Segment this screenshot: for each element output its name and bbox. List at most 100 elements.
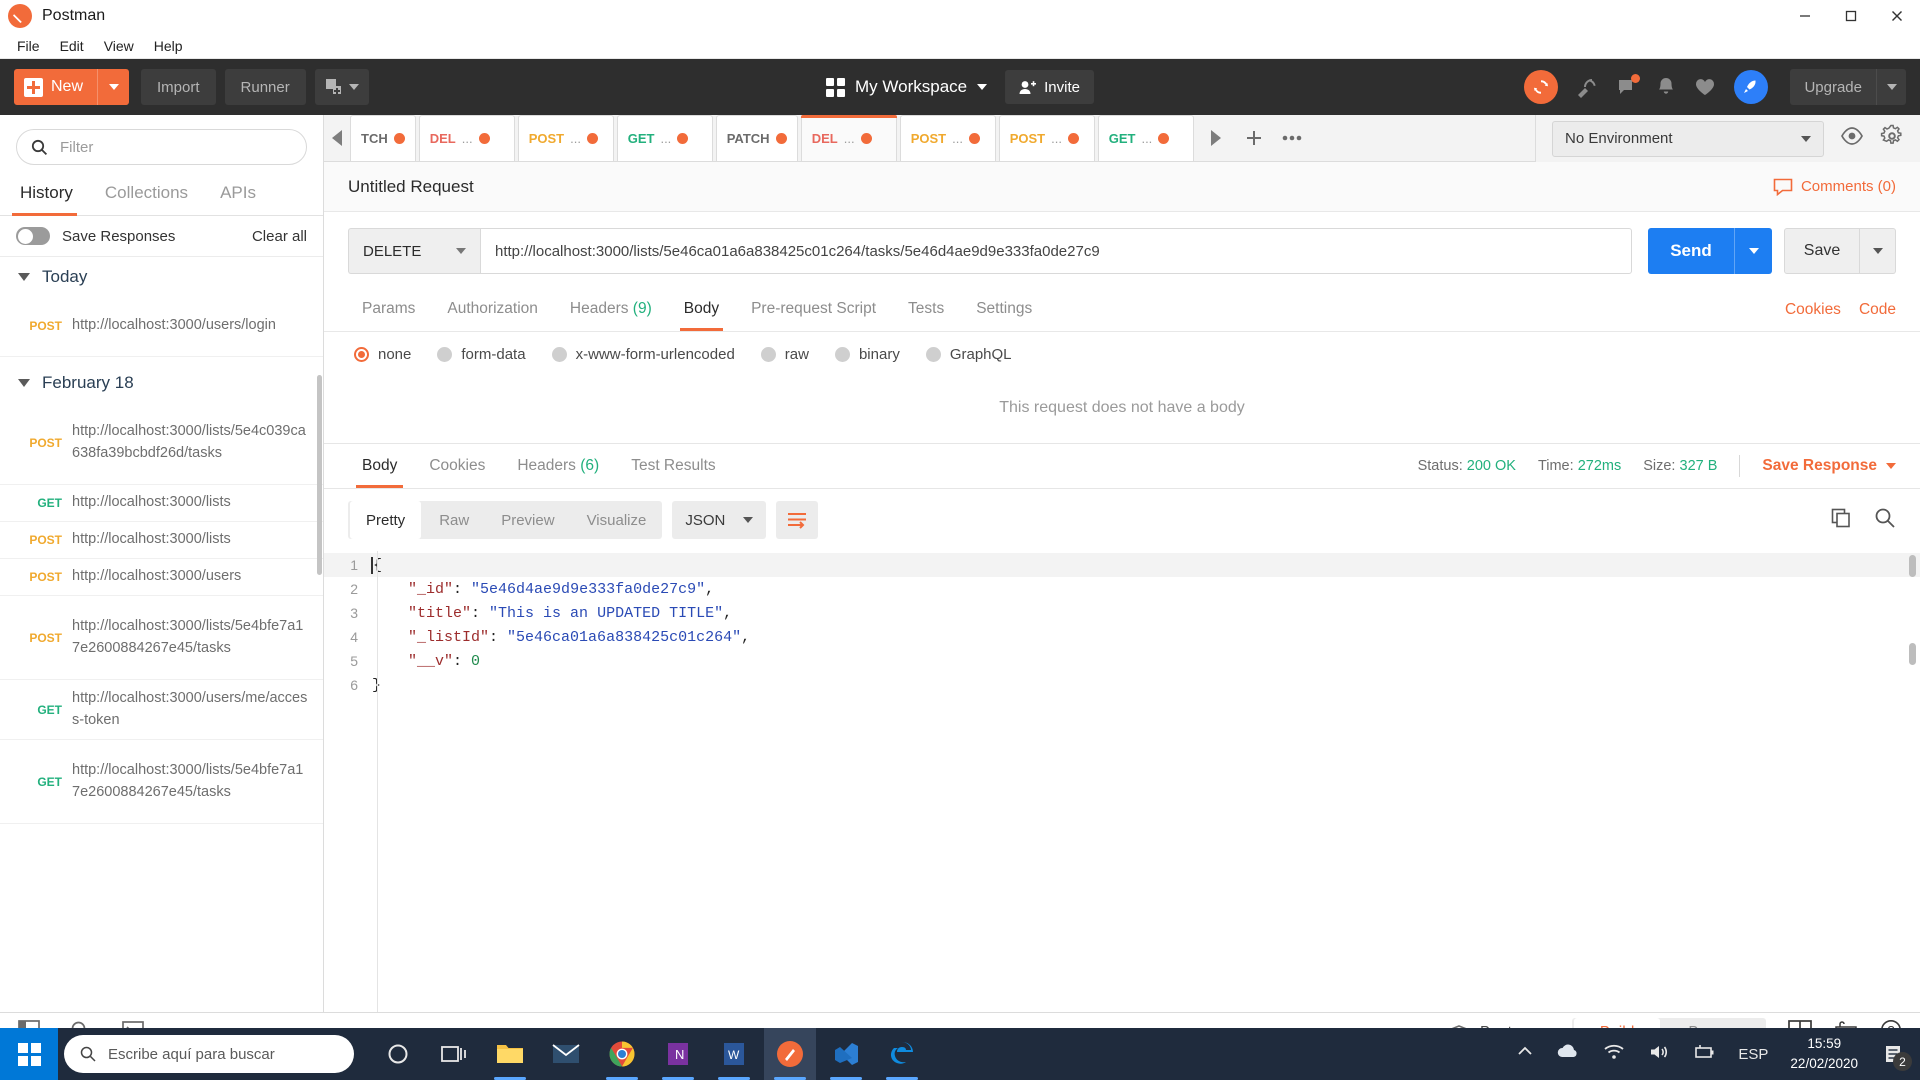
menu-edit[interactable]: Edit: [51, 35, 93, 57]
cloud-icon[interactable]: [1556, 1043, 1580, 1066]
list-item[interactable]: POST http://localhost:3000/lists: [0, 522, 323, 559]
bell-icon[interactable]: [1656, 76, 1676, 98]
cookies-link[interactable]: Cookies: [1785, 301, 1841, 319]
edge-icon[interactable]: [876, 1028, 928, 1080]
battery-icon[interactable]: [1692, 1043, 1716, 1066]
menu-view[interactable]: View: [95, 35, 143, 57]
request-tab[interactable]: DEL ...: [419, 115, 515, 161]
start-button[interactable]: [0, 1028, 58, 1080]
tab-options-button[interactable]: [1273, 115, 1311, 161]
format-preview[interactable]: Preview: [485, 501, 570, 539]
send-button[interactable]: Send: [1648, 228, 1734, 274]
response-tab-cookies[interactable]: Cookies: [415, 445, 499, 487]
file-explorer-icon[interactable]: [484, 1028, 536, 1080]
menu-help[interactable]: Help: [145, 35, 192, 57]
sidebar-scrollbar[interactable]: [317, 375, 322, 575]
new-window-button[interactable]: [315, 69, 369, 105]
menu-file[interactable]: File: [8, 35, 49, 57]
tab-pre-request-script[interactable]: Pre-request Script: [737, 290, 890, 330]
chrome-icon[interactable]: [596, 1028, 648, 1080]
history-group-today[interactable]: Today: [0, 257, 323, 295]
new-tab-button[interactable]: [1235, 115, 1273, 161]
body-type-form-data[interactable]: form-data: [437, 346, 525, 363]
maximize-icon[interactable]: [1828, 0, 1874, 33]
runner-button[interactable]: Runner: [225, 69, 306, 105]
url-input[interactable]: http://localhost:3000/lists/5e46ca01a6a8…: [480, 228, 1632, 274]
upgrade-button[interactable]: Upgrade: [1790, 69, 1906, 105]
save-responses-toggle[interactable]: [16, 227, 50, 245]
new-button[interactable]: New: [14, 69, 129, 105]
invite-button[interactable]: Invite: [1005, 70, 1094, 104]
upgrade-caret-icon[interactable]: [1876, 69, 1906, 105]
save-response-button[interactable]: Save Response: [1762, 457, 1896, 475]
wrap-lines-button[interactable]: [776, 501, 818, 539]
sidebar-tab-collections[interactable]: Collections: [101, 177, 202, 215]
cortana-icon[interactable]: [372, 1028, 424, 1080]
request-tab[interactable]: TCH: [350, 115, 416, 161]
request-tab[interactable]: POST ...: [518, 115, 614, 161]
tabstrip-scroll-left[interactable]: [324, 114, 350, 161]
send-options-button[interactable]: [1734, 228, 1772, 274]
request-tab[interactable]: PATCH: [716, 115, 798, 161]
show-hidden-icons[interactable]: [1516, 1045, 1534, 1064]
wifi-icon[interactable]: [1602, 1043, 1626, 1066]
body-type-binary[interactable]: binary: [835, 346, 900, 363]
environment-select[interactable]: No Environment: [1552, 121, 1824, 157]
list-item[interactable]: POST http://localhost:3000/lists/5e4bfe7…: [0, 596, 323, 680]
sidebar-tab-history[interactable]: History: [16, 177, 87, 215]
tab-params[interactable]: Params: [348, 290, 429, 330]
copy-icon[interactable]: [1830, 507, 1852, 534]
word-icon[interactable]: W: [708, 1028, 760, 1080]
list-item[interactable]: GET http://localhost:3000/users/me/acces…: [0, 680, 323, 740]
format-visualize[interactable]: Visualize: [571, 501, 663, 539]
save-button[interactable]: Save: [1784, 228, 1860, 274]
tab-tests[interactable]: Tests: [894, 290, 958, 330]
body-type-none[interactable]: none: [354, 346, 411, 363]
page-title[interactable]: Untitled Request: [348, 177, 474, 197]
minimize-icon[interactable]: [1782, 0, 1828, 33]
format-pretty[interactable]: Pretty: [350, 501, 421, 539]
editor-scrollbar-thumb-bottom[interactable]: [1909, 643, 1916, 665]
http-method-select[interactable]: DELETE: [348, 228, 480, 274]
filter-input[interactable]: Filter: [16, 129, 307, 165]
list-item[interactable]: GET http://localhost:3000/lists: [0, 485, 323, 522]
list-item[interactable]: POST http://localhost:3000/users/login: [0, 295, 323, 357]
tab-body[interactable]: Body: [670, 290, 733, 330]
postman-taskbar-icon[interactable]: [764, 1028, 816, 1080]
response-tab-test-results[interactable]: Test Results: [617, 445, 729, 487]
comment-icon[interactable]: [1616, 76, 1638, 98]
request-tab[interactable]: POST ...: [999, 115, 1095, 161]
body-type-raw[interactable]: raw: [761, 346, 809, 363]
gear-icon[interactable]: [1880, 124, 1904, 153]
request-tab-active[interactable]: DEL ...: [801, 115, 897, 161]
close-icon[interactable]: [1874, 0, 1920, 33]
clear-all-button[interactable]: Clear all: [252, 228, 307, 245]
import-button[interactable]: Import: [141, 69, 216, 105]
language-indicator[interactable]: ESP: [1738, 1046, 1768, 1063]
save-options-button[interactable]: [1860, 228, 1896, 274]
sidebar-tab-apis[interactable]: APIs: [216, 177, 270, 215]
editor-scrollbar-thumb-top[interactable]: [1909, 555, 1916, 577]
sync-icon[interactable]: [1524, 70, 1558, 104]
list-item[interactable]: POST http://localhost:3000/lists/5e4c039…: [0, 401, 323, 485]
notification-center-icon[interactable]: 2: [1880, 1039, 1906, 1069]
tab-settings[interactable]: Settings: [962, 290, 1046, 330]
new-dropdown-caret-icon[interactable]: [97, 69, 129, 105]
request-tab[interactable]: POST ...: [900, 115, 996, 161]
body-type-urlencoded[interactable]: x-www-form-urlencoded: [552, 346, 735, 363]
history-group-february-18[interactable]: February 18: [0, 357, 323, 401]
heart-icon[interactable]: [1694, 77, 1716, 97]
comments-button[interactable]: Comments (0): [1773, 178, 1896, 196]
response-tab-body[interactable]: Body: [348, 445, 411, 487]
mail-icon[interactable]: [540, 1028, 592, 1080]
vscode-icon[interactable]: [820, 1028, 872, 1080]
taskbar-search-input[interactable]: Escribe aquí para buscar: [64, 1035, 354, 1073]
response-tab-headers[interactable]: Headers (6): [503, 445, 613, 487]
response-language-select[interactable]: JSON: [672, 501, 766, 539]
taskbar-clock[interactable]: 15:59 22/02/2020: [1790, 1034, 1858, 1075]
search-icon[interactable]: [1874, 507, 1896, 534]
request-tab[interactable]: GET ...: [617, 115, 713, 161]
list-item[interactable]: POST http://localhost:3000/users: [0, 559, 323, 596]
onenote-icon[interactable]: N: [652, 1028, 704, 1080]
satellite-icon[interactable]: [1576, 76, 1598, 98]
